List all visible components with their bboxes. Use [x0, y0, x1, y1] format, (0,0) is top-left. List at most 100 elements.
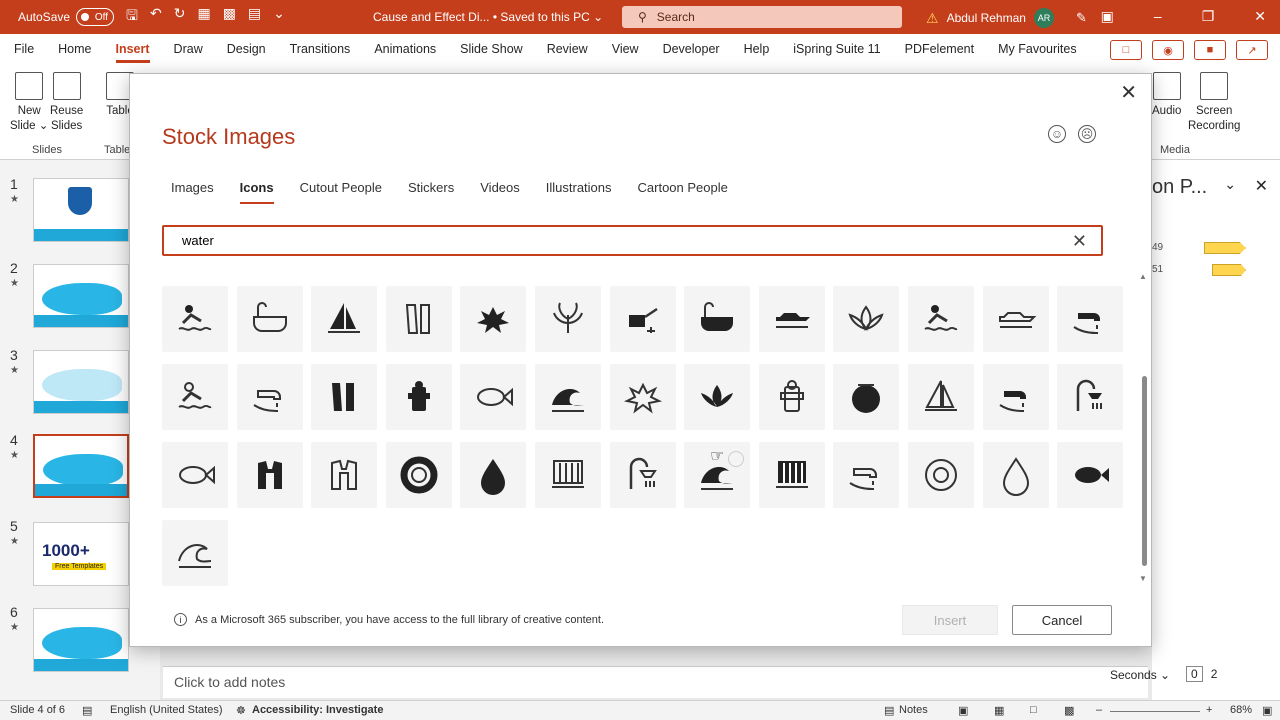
clear-search-icon[interactable]: ✕ — [1072, 231, 1087, 252]
scroll-down-icon[interactable]: ▼ — [1139, 574, 1147, 583]
tab-home[interactable]: Home — [58, 42, 105, 56]
tab-slide-show[interactable]: Slide Show — [460, 42, 537, 56]
close-icon[interactable]: ✕ — [1254, 8, 1266, 25]
slideshow-icon[interactable]: ▩ — [223, 5, 236, 29]
present-teams-icon[interactable]: ■ — [1194, 40, 1226, 60]
lotus-outline-tile[interactable] — [833, 286, 900, 352]
sailboat-outline-tile[interactable] — [908, 364, 974, 430]
restore-icon[interactable]: ❐ — [1202, 8, 1215, 25]
dialog-tab-icons[interactable]: Icons — [239, 180, 274, 204]
frown-feedback-icon[interactable]: ☹ — [1078, 125, 1096, 143]
tab-pdfelement[interactable]: PDFelement — [905, 42, 988, 56]
new-slide-button[interactable]: New Slide ⌄ — [10, 72, 48, 134]
life-jacket-tile[interactable] — [236, 442, 303, 508]
wave-outline-tile[interactable] — [162, 520, 228, 586]
tab-review[interactable]: Review — [547, 42, 602, 56]
insert-button[interactable]: Insert — [902, 605, 998, 635]
notes-check-icon[interactable]: ▤ — [82, 704, 92, 717]
save-icon[interactable]: 🖫 — [126, 5, 138, 29]
water-drop-tile[interactable] — [460, 442, 527, 508]
fishbowl-tile[interactable] — [833, 364, 900, 430]
swimmer-outline-tile[interactable] — [162, 364, 228, 430]
share-icon[interactable]: ↗ — [1236, 40, 1268, 60]
notes-button[interactable]: Notes — [899, 704, 928, 716]
water-drop-outline-tile[interactable] — [982, 442, 1049, 508]
smile-feedback-icon[interactable]: ☺ — [1048, 125, 1066, 143]
record-icon[interactable]: ◉ — [1152, 40, 1184, 60]
tab-draw[interactable]: Draw — [174, 42, 217, 56]
tab-ispring-suite-11[interactable]: iSpring Suite 11 — [793, 42, 894, 56]
screen-recording-button[interactable]: Screen Recording — [1188, 72, 1240, 134]
zoom-slider[interactable] — [1110, 711, 1200, 712]
tab-animations[interactable]: Animations — [374, 42, 450, 56]
tab-design[interactable]: Design — [227, 42, 280, 56]
sailboat-tile[interactable] — [311, 286, 378, 352]
clownfish-tile[interactable] — [1057, 442, 1124, 508]
normal-view-icon[interactable]: ▣ — [958, 704, 968, 717]
minimize-icon[interactable]: – — [1154, 8, 1162, 25]
cancel-button[interactable]: Cancel — [1012, 605, 1112, 635]
waterfall-outline-tile[interactable] — [535, 442, 601, 508]
pen-icon[interactable]: ✎ — [1076, 10, 1087, 26]
search-box[interactable]: ⚲ Search — [622, 6, 902, 28]
tab-insert[interactable]: Insert — [115, 42, 164, 63]
ribbon-display-icon[interactable]: ▣ — [1101, 8, 1114, 25]
splash-outline-tile[interactable] — [609, 364, 676, 430]
lotus-tile[interactable] — [684, 364, 751, 430]
scroll-up-icon[interactable]: ▲ — [1139, 272, 1147, 281]
slideshow-view-icon[interactable]: ▩ — [1064, 704, 1074, 717]
fire-hydrant-outline-tile[interactable] — [758, 364, 825, 430]
swim-fins-outline-tile[interactable] — [385, 286, 452, 352]
watering-can-tile[interactable] — [609, 286, 676, 352]
redo-icon[interactable]: ↻ — [174, 5, 186, 29]
slide-thumbnail-1[interactable] — [33, 178, 129, 242]
tab-view[interactable]: View — [612, 42, 653, 56]
tag-shape[interactable] — [1204, 242, 1246, 254]
avatar[interactable]: AR — [1033, 8, 1054, 28]
swim-fins-tile[interactable] — [311, 364, 378, 430]
water-slide-tile[interactable] — [908, 286, 974, 352]
accessibility-status[interactable]: Accessibility: Investigate — [252, 704, 383, 716]
pdf-icon[interactable]: ▤ — [248, 5, 261, 29]
clownfish-outline-tile[interactable] — [162, 442, 228, 508]
zoom-in-icon[interactable]: + — [1206, 704, 1212, 716]
boat-outline-tile[interactable] — [982, 286, 1049, 352]
stock-search-box[interactable]: ✕ — [162, 225, 1103, 256]
comments-icon[interactable]: □ — [1110, 40, 1142, 60]
tab-file[interactable]: File — [14, 42, 48, 56]
jet-ski-tile[interactable] — [758, 286, 825, 352]
hand-water-outline-tile[interactable] — [833, 442, 900, 508]
audio-button[interactable]: Audio — [1152, 72, 1181, 119]
document-title[interactable]: Cause and Effect Di... • Saved to this P… — [373, 10, 603, 24]
user-account[interactable]: ⚠ Abdul Rehman AR ✎ — [926, 8, 1087, 28]
reading-view-icon[interactable]: □ — [1030, 704, 1037, 716]
autosave-control[interactable]: AutoSave Off — [18, 8, 115, 26]
notes-pane[interactable]: Click to add notes — [163, 666, 1148, 698]
customize-icon[interactable]: ⌄ — [273, 5, 285, 29]
water-plant-tile[interactable] — [535, 286, 601, 352]
zoom-out-icon[interactable]: – — [1096, 704, 1102, 716]
tab-help[interactable]: Help — [744, 42, 784, 56]
zoom-level[interactable]: 68% — [1230, 704, 1252, 716]
slide-thumbnail-3[interactable] — [33, 350, 129, 414]
chevron-down-icon[interactable]: ⌄ — [1224, 176, 1236, 193]
lifebuoy-tile[interactable] — [385, 442, 452, 508]
page-current[interactable]: 0 — [1186, 666, 1203, 682]
autosave-toggle[interactable]: Off — [76, 8, 115, 26]
tag-shape[interactable] — [1212, 264, 1246, 276]
tab-developer[interactable]: Developer — [663, 42, 734, 56]
bathtub-outline-tile[interactable] — [236, 286, 303, 352]
fish-outline-tile[interactable] — [460, 364, 527, 430]
dialog-tab-cartoon-people[interactable]: Cartoon People — [638, 180, 728, 204]
present-icon[interactable]: ▦ — [197, 5, 210, 29]
scrollbar-thumb[interactable] — [1142, 376, 1147, 566]
dialog-tab-images[interactable]: Images — [171, 180, 214, 204]
dialog-tab-videos[interactable]: Videos — [480, 180, 520, 204]
sink-outline-tile[interactable] — [236, 364, 303, 430]
bathtub-tile[interactable] — [684, 286, 751, 352]
hand-faucet-tile[interactable] — [982, 364, 1049, 430]
reuse-slides-button[interactable]: Reuse Slides — [50, 72, 83, 134]
faucet-tile[interactable] — [1057, 286, 1124, 352]
stock-search-input[interactable] — [182, 233, 1062, 248]
slide-sorter-icon[interactable]: ▦ — [994, 704, 1004, 717]
